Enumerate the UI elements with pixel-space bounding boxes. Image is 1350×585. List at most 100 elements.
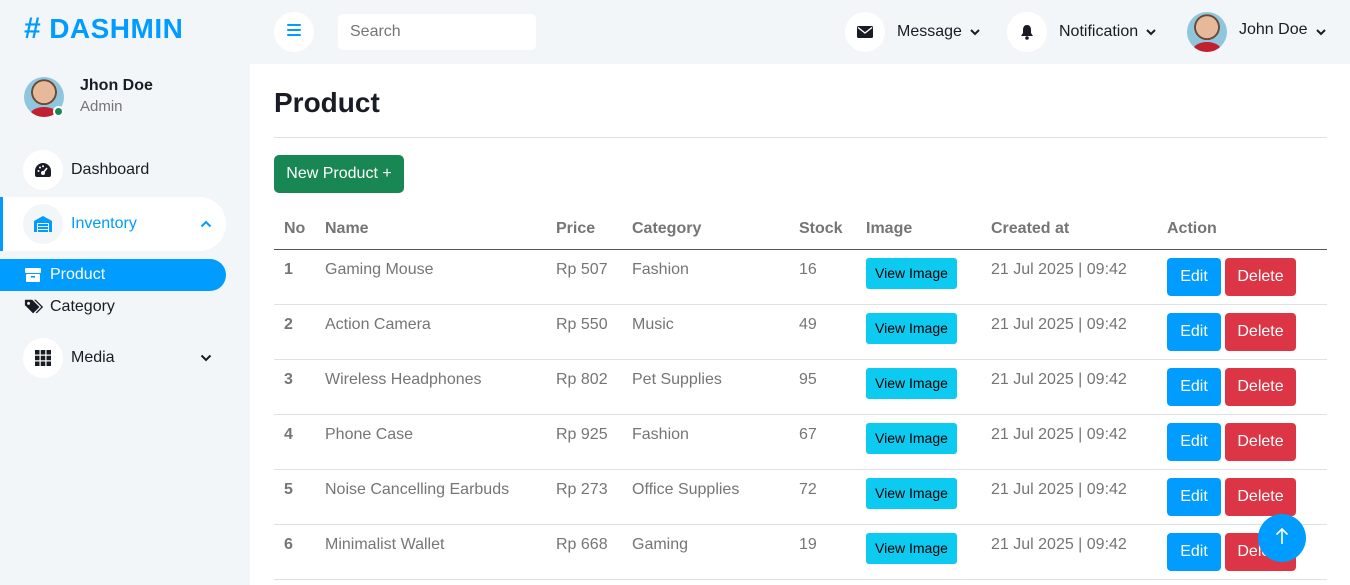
cell-image: View Image bbox=[856, 524, 981, 580]
sidebar-item-label: Inventory bbox=[71, 215, 137, 232]
warehouse-icon bbox=[23, 204, 63, 244]
cell-category: Music bbox=[622, 304, 789, 360]
sidebar-item-label: Media bbox=[71, 349, 115, 366]
new-product-button[interactable]: New Product + bbox=[274, 155, 404, 193]
cell-action: Edit Delete bbox=[1157, 469, 1327, 525]
cell-action: Edit Delete bbox=[1157, 414, 1327, 470]
cell-image: View Image bbox=[856, 414, 981, 470]
page-title: Product bbox=[274, 87, 380, 118]
delete-button[interactable]: Delete bbox=[1225, 477, 1296, 516]
cell-price: Rp 925 bbox=[546, 414, 622, 470]
sidebar-toggle-button[interactable] bbox=[274, 12, 314, 52]
chevron-up-icon bbox=[200, 215, 212, 233]
sidebar-profile: Jhon Doe Admin bbox=[24, 76, 153, 118]
cell-no: 1 bbox=[274, 249, 315, 305]
edit-button[interactable]: Edit bbox=[1167, 477, 1221, 516]
cell-name: Minimalist Wallet bbox=[315, 524, 546, 580]
user-name: John Doe bbox=[1239, 21, 1308, 38]
main-content: Product New Product + No Name Price Cate… bbox=[250, 64, 1350, 585]
chevron-down-icon bbox=[1315, 23, 1326, 41]
profile-name: Jhon Doe bbox=[80, 77, 153, 94]
profile-role: Admin bbox=[80, 98, 123, 115]
view-image-button[interactable]: View Image bbox=[866, 367, 957, 399]
column-header-price: Price bbox=[546, 210, 622, 250]
delete-button[interactable]: Delete bbox=[1225, 367, 1296, 406]
column-header-created-at: Created at bbox=[981, 210, 1157, 250]
sidebar-item-label: Dashboard bbox=[71, 161, 150, 178]
view-image-button[interactable]: View Image bbox=[866, 312, 957, 344]
notification-label: Notification bbox=[1059, 23, 1139, 40]
divider bbox=[274, 137, 1327, 138]
cell-created-at: 21 Jul 2025 | 09:42 bbox=[981, 249, 1157, 305]
cell-price: Rp 273 bbox=[546, 469, 622, 525]
view-image-button[interactable]: View Image bbox=[866, 257, 957, 289]
notification-dropdown[interactable]: Notification bbox=[1007, 12, 1156, 52]
message-dropdown[interactable]: Message bbox=[845, 12, 980, 52]
cell-stock: 95 bbox=[789, 359, 856, 415]
arrow-up-icon bbox=[1275, 527, 1289, 550]
cell-created-at: 21 Jul 2025 | 09:42 bbox=[981, 469, 1157, 525]
sidebar-subitem-product[interactable]: Product bbox=[0, 259, 226, 291]
cell-no: 6 bbox=[274, 524, 315, 580]
cell-price: Rp 802 bbox=[546, 359, 622, 415]
cell-image: View Image bbox=[856, 359, 981, 415]
brand-logo[interactable]: # DASHMIN bbox=[24, 12, 183, 46]
sidebar-subitem-label: Product bbox=[50, 266, 106, 283]
avatar bbox=[1187, 12, 1227, 52]
delete-button[interactable]: Delete bbox=[1225, 312, 1296, 351]
edit-button[interactable]: Edit bbox=[1167, 367, 1221, 406]
cell-name: Wireless Headphones bbox=[315, 359, 546, 415]
cell-created-at: 21 Jul 2025 | 09:42 bbox=[981, 524, 1157, 580]
cell-category: Fashion bbox=[622, 414, 789, 470]
cell-category: Fashion bbox=[622, 249, 789, 305]
cell-action: Edit Delete bbox=[1157, 304, 1327, 360]
cell-created-at: 21 Jul 2025 | 09:42 bbox=[981, 359, 1157, 415]
table-row: 4 Phone Case Rp 925 Fashion 67 View Image 21 J… bbox=[274, 414, 1327, 470]
cell-name: Gaming Mouse bbox=[315, 249, 546, 305]
back-to-top-button[interactable] bbox=[1258, 514, 1306, 562]
table-row: 5 Noise Cancelling Earbuds Rp 273 Office Su… bbox=[274, 469, 1327, 525]
box-icon bbox=[24, 267, 44, 283]
sidebar-item-media[interactable]: Media bbox=[0, 331, 226, 385]
cell-category: Office Supplies bbox=[622, 469, 789, 525]
cell-category: Pet Supplies bbox=[622, 359, 789, 415]
view-image-button[interactable]: View Image bbox=[866, 532, 957, 564]
edit-button[interactable]: Edit bbox=[1167, 257, 1221, 296]
cell-stock: 72 bbox=[789, 469, 856, 525]
column-header-stock: Stock bbox=[789, 210, 856, 250]
chevron-down-icon bbox=[200, 349, 212, 367]
sidebar-item-inventory[interactable]: Inventory bbox=[0, 197, 226, 251]
chevron-down-icon bbox=[970, 23, 980, 41]
table-row: 6 Minimalist Wallet Rp 668 Gaming 19 View Ima… bbox=[274, 524, 1327, 580]
edit-button[interactable]: Edit bbox=[1167, 532, 1221, 571]
sidebar-subitem-label: Category bbox=[50, 298, 115, 315]
column-header-no: No bbox=[274, 210, 315, 250]
search-input[interactable] bbox=[338, 14, 536, 50]
cell-no: 4 bbox=[274, 414, 315, 470]
tags-icon bbox=[24, 298, 44, 316]
cell-image: View Image bbox=[856, 469, 981, 525]
column-header-action: Action bbox=[1157, 210, 1327, 250]
user-dropdown[interactable]: John Doe bbox=[1187, 12, 1326, 52]
view-image-button[interactable]: View Image bbox=[866, 422, 957, 454]
delete-button[interactable]: Delete bbox=[1225, 422, 1296, 461]
bell-icon bbox=[1007, 12, 1047, 52]
sidebar-subitem-category[interactable]: Category bbox=[0, 291, 226, 323]
grid-icon bbox=[23, 338, 63, 378]
delete-button[interactable]: Delete bbox=[1225, 257, 1296, 296]
table-row: 2 Action Camera Rp 550 Music 49 View Image 21 … bbox=[274, 304, 1327, 360]
edit-button[interactable]: Edit bbox=[1167, 312, 1221, 351]
top-navbar: Message Notification John Doe bbox=[250, 0, 1350, 64]
cell-price: Rp 668 bbox=[546, 524, 622, 580]
cell-stock: 67 bbox=[789, 414, 856, 470]
message-label: Message bbox=[897, 23, 962, 40]
product-table: No Name Price Category Stock Image Creat… bbox=[274, 210, 1327, 580]
cell-price: Rp 550 bbox=[546, 304, 622, 360]
view-image-button[interactable]: View Image bbox=[866, 477, 957, 509]
sidebar-item-dashboard[interactable]: Dashboard bbox=[0, 143, 226, 197]
cell-stock: 16 bbox=[789, 249, 856, 305]
table-header-row: No Name Price Category Stock Image Creat… bbox=[274, 210, 1327, 250]
edit-button[interactable]: Edit bbox=[1167, 422, 1221, 461]
column-header-category: Category bbox=[622, 210, 789, 250]
hashtag-icon: # bbox=[24, 12, 42, 45]
